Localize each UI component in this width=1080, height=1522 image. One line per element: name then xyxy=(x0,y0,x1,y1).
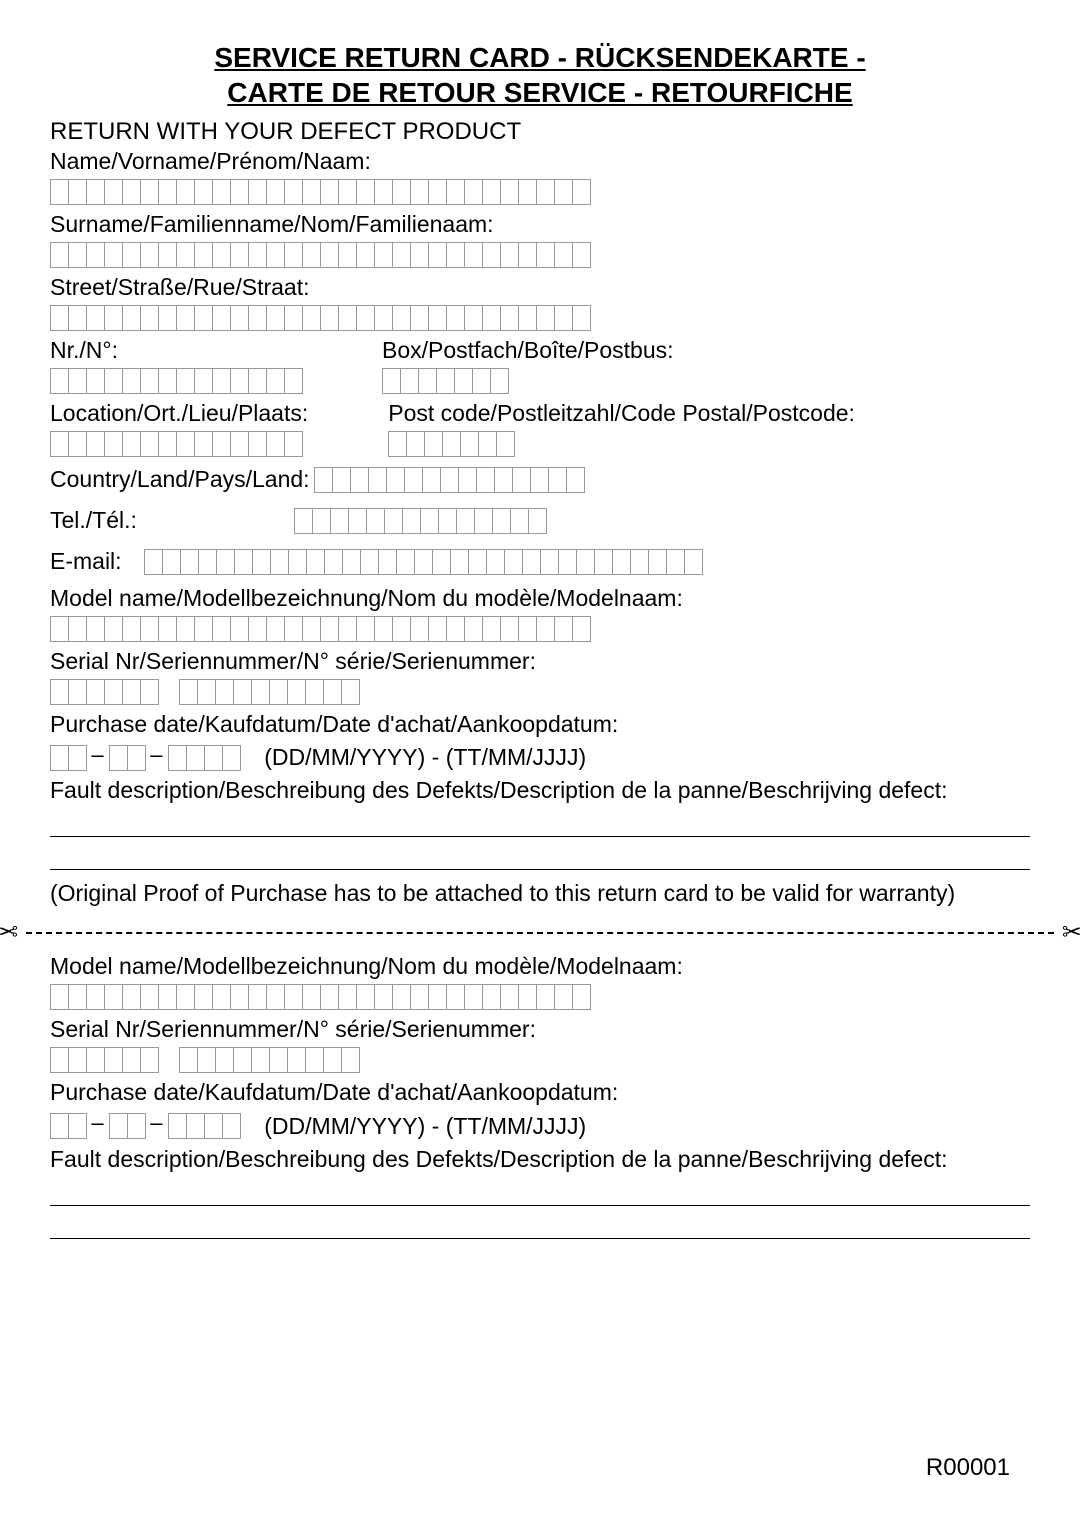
input-date-month[interactable] xyxy=(109,745,145,771)
date-hint-2: (DD/MM/YYYY) - (TT/MM/JJJJ) xyxy=(264,1113,586,1140)
fault-line-2[interactable] xyxy=(50,843,1030,870)
input-serial-a[interactable] xyxy=(50,679,158,705)
scissors-icon: ✂ xyxy=(0,918,18,947)
label-tel: Tel./Tél.: xyxy=(50,507,290,534)
date-sep-1: – xyxy=(90,742,104,768)
date-sep-3: – xyxy=(90,1110,104,1136)
label-postcode: Post code/Postleitzahl/Code Postal/Postc… xyxy=(388,400,855,427)
input-serial-2b[interactable] xyxy=(179,1047,359,1073)
fault-line-1[interactable] xyxy=(50,810,1030,837)
date-sep-4: – xyxy=(149,1110,163,1136)
label-email: E-mail: xyxy=(50,548,140,575)
label-country: Country/Land/Pays/Land: xyxy=(50,466,310,493)
input-country[interactable] xyxy=(314,467,584,493)
label-serial: Serial Nr/Seriennummer/N° série/Serienum… xyxy=(50,648,1030,675)
input-nr[interactable] xyxy=(50,368,302,394)
input-surname[interactable] xyxy=(50,242,590,268)
input-postcode[interactable] xyxy=(388,431,514,457)
input-date-year-2[interactable] xyxy=(168,1113,240,1139)
label-model-2: Model name/Modellbezeichnung/Nom du modè… xyxy=(50,953,1030,980)
title-line-2: CARTE DE RETOUR SERVICE - RETOURFICHE xyxy=(227,77,852,108)
return-instruction: RETURN WITH YOUR DEFECT PRODUCT xyxy=(50,118,1030,146)
input-date-month-2[interactable] xyxy=(109,1113,145,1139)
label-box: Box/Postfach/Boîte/Postbus: xyxy=(382,337,674,364)
input-model[interactable] xyxy=(50,616,590,642)
input-email[interactable] xyxy=(144,549,702,575)
label-location: Location/Ort./Lieu/Plaats: xyxy=(50,400,308,427)
label-surname: Surname/Familienname/Nom/Familienaam: xyxy=(50,211,1030,238)
input-street[interactable] xyxy=(50,305,590,331)
label-purchase: Purchase date/Kaufdatum/Date d'achat/Aan… xyxy=(50,711,1030,738)
input-date-day[interactable] xyxy=(50,745,86,771)
label-fault-2: Fault description/Beschreibung des Defek… xyxy=(50,1146,1030,1173)
input-model-2[interactable] xyxy=(50,984,590,1010)
input-date-day-2[interactable] xyxy=(50,1113,86,1139)
date-hint: (DD/MM/YYYY) - (TT/MM/JJJJ) xyxy=(264,744,586,771)
input-name[interactable] xyxy=(50,179,590,205)
label-nr: Nr./N°: xyxy=(50,337,302,364)
input-box[interactable] xyxy=(382,368,508,394)
input-date-year[interactable] xyxy=(168,745,240,771)
input-tel[interactable] xyxy=(294,508,546,534)
label-street: Street/Straße/Rue/Straat: xyxy=(50,274,1030,301)
label-fault: Fault description/Beschreibung des Defek… xyxy=(50,777,1030,804)
fault-line-4[interactable] xyxy=(50,1212,1030,1239)
title-line-1: SERVICE RETURN CARD - RÜCKSENDEKARTE - xyxy=(214,42,865,73)
input-serial-b[interactable] xyxy=(179,679,359,705)
proof-note: (Original Proof of Purchase has to be at… xyxy=(50,880,1030,907)
label-serial-2: Serial Nr/Seriennummer/N° série/Serienum… xyxy=(50,1016,1030,1043)
page-title: SERVICE RETURN CARD - RÜCKSENDEKARTE - C… xyxy=(50,40,1030,110)
scissors-icon: ✂ xyxy=(1062,918,1080,947)
label-model: Model name/Modellbezeichnung/Nom du modè… xyxy=(50,585,1030,612)
input-location[interactable] xyxy=(50,431,302,457)
label-name: Name/Vorname/Prénom/Naam: xyxy=(50,148,1030,175)
date-sep-2: – xyxy=(149,742,163,768)
cut-line: ✂ ✂ xyxy=(4,921,1076,943)
label-purchase-2: Purchase date/Kaufdatum/Date d'achat/Aan… xyxy=(50,1079,1030,1106)
fault-line-3[interactable] xyxy=(50,1179,1030,1206)
doc-number: R00001 xyxy=(926,1454,1010,1482)
input-serial-2a[interactable] xyxy=(50,1047,158,1073)
